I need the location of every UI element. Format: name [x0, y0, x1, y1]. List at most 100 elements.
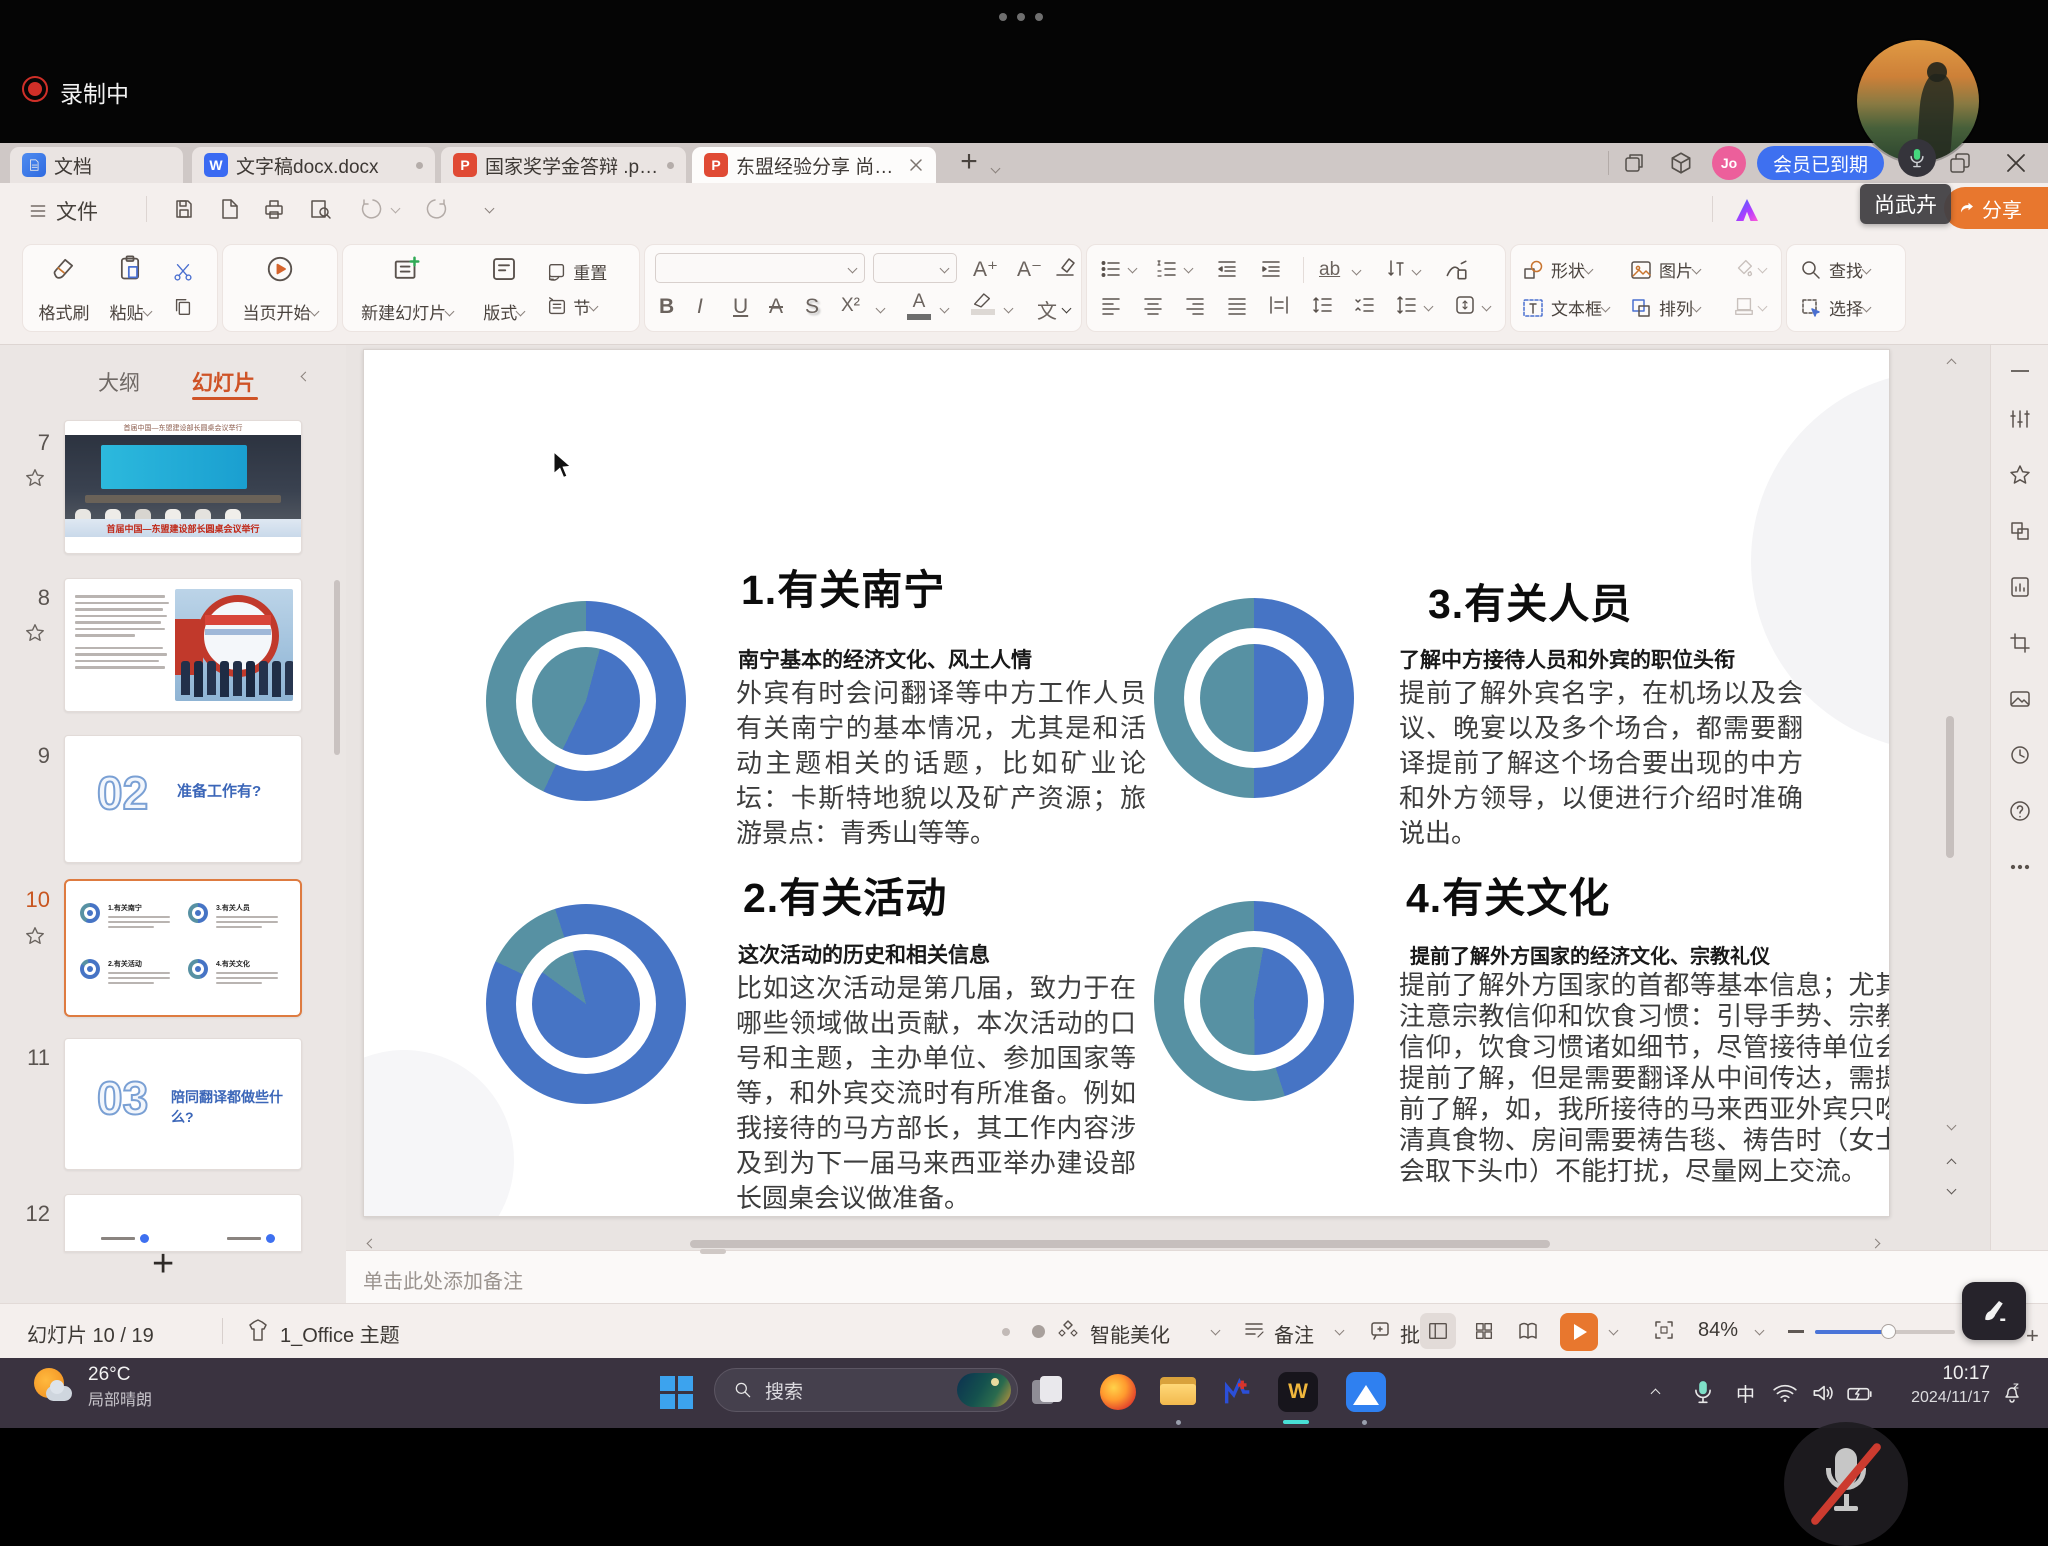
increase-indent-icon[interactable]: [1259, 257, 1283, 281]
slide-12-thumbnail[interactable]: [64, 1194, 302, 1252]
mic-status-badge[interactable]: [1898, 139, 1936, 177]
sidebar-scrollbar-thumb[interactable]: [334, 580, 340, 755]
close-tab-icon[interactable]: [908, 157, 924, 173]
zoom-out-button[interactable]: [1788, 1330, 1804, 1333]
zoom-slider-thumb[interactable]: [1881, 1324, 1896, 1339]
firefox-app-icon[interactable]: [1096, 1370, 1140, 1414]
canvas-vscrollbar-thumb[interactable]: [1946, 716, 1954, 858]
text-shadow-button[interactable]: S: [805, 295, 819, 319]
start-button[interactable]: [654, 1370, 698, 1414]
speaker-notes-chevron-icon[interactable]: [1335, 1326, 1345, 1336]
undo-chevron-icon[interactable]: [391, 204, 401, 214]
output-convert-icon[interactable]: [216, 197, 240, 221]
ime-indicator[interactable]: 中: [1736, 1380, 1755, 1407]
numbered-list-icon[interactable]: [1155, 257, 1179, 281]
undo-icon[interactable]: [360, 197, 384, 221]
canvas-hscrollbar-thumb[interactable]: [690, 1240, 1550, 1248]
superscript-button[interactable]: X²: [841, 295, 860, 317]
wps-app-icon[interactable]: W: [1276, 1370, 1320, 1414]
collapse-ribbon-icon[interactable]: [2011, 370, 2029, 372]
underline-button[interactable]: U: [733, 295, 748, 319]
bullet-list-icon[interactable]: [1099, 257, 1123, 281]
pinyin-chevron-icon[interactable]: [1062, 304, 1072, 314]
quadrant-1-body[interactable]: 外宾有时会问翻译等中方工作人员有关南宁的基本情况，尤其是和活动主题相关的话题，比…: [736, 676, 1146, 851]
statusbar-dot-large[interactable]: [1032, 1325, 1045, 1338]
zoom-chevron-icon[interactable]: [1755, 1326, 1765, 1336]
tab-home[interactable]: 文档: [10, 147, 183, 183]
collapse-panel-icon[interactable]: [301, 372, 311, 382]
paragraph-settings-chevron-icon[interactable]: [1482, 302, 1492, 312]
slide-8-star-icon[interactable]: [24, 622, 46, 644]
add-slide-button[interactable]: +: [152, 1243, 174, 1286]
italic-button[interactable]: I: [697, 295, 703, 319]
char-spacing-chevron-icon[interactable]: [1352, 266, 1362, 276]
window-drag-dots-icon[interactable]: [999, 13, 1043, 21]
justify-icon[interactable]: [1225, 293, 1249, 317]
redo-icon[interactable]: [424, 197, 448, 221]
quadrant-2-subtitle[interactable]: 这次活动的历史和相关信息: [738, 939, 990, 969]
history-clock-icon[interactable]: [2008, 743, 2032, 767]
layout-button[interactable]: 版式: [465, 245, 542, 331]
slide-10-thumbnail-selected[interactable]: 1.有关南宁 3.有关人员 2.有关活动 4.有关文化: [64, 879, 302, 1017]
help-icon[interactable]: [2008, 799, 2032, 823]
format-painter-button[interactable]: 格式刷: [31, 245, 97, 331]
tray-mic-icon[interactable]: [1692, 1380, 1714, 1404]
align-center-icon[interactable]: [1141, 293, 1165, 317]
wifi-icon[interactable]: [1772, 1380, 1798, 1406]
quadrant-3-body[interactable]: 提前了解外宾名字，在机场以及会议、晚宴以及多个场合，都需要翻译提前了解这个场合要…: [1399, 676, 1803, 851]
slide-8-thumbnail[interactable]: [64, 578, 302, 712]
font-color-button[interactable]: A: [907, 291, 931, 320]
paragraph-settings-icon[interactable]: [1453, 293, 1477, 317]
main-menu-button[interactable]: 文件: [28, 196, 98, 226]
strikethrough-button[interactable]: A: [769, 295, 783, 319]
play-slideshow-button[interactable]: [1560, 1313, 1598, 1351]
share-button[interactable]: 分享: [1944, 187, 2048, 229]
chart-document-icon[interactable]: [2008, 575, 2032, 599]
quadrant-2-title[interactable]: 2.有关活动: [743, 864, 947, 924]
slide-7-thumbnail[interactable]: 首届中国—东盟建设部长圆桌会议举行 首届中国—东盟建设部长圆桌会议举行: [64, 420, 302, 554]
windows-stack-icon[interactable]: [1948, 151, 1972, 175]
member-expired-button[interactable]: 会员已到期: [1757, 146, 1884, 180]
volume-icon[interactable]: [1810, 1380, 1836, 1406]
meeting-app-icon[interactable]: [1344, 1370, 1388, 1414]
decrease-font-button[interactable]: A⁻: [1017, 257, 1042, 282]
distribute-icon[interactable]: [1267, 293, 1291, 317]
tab-list-chevron-icon[interactable]: [992, 159, 999, 177]
bullet-list-chevron-icon[interactable]: [1128, 264, 1138, 274]
theme-name[interactable]: 1_Office 主题: [280, 1319, 400, 1348]
align-left-icon[interactable]: [1099, 293, 1123, 317]
select-button[interactable]: 选择: [1799, 295, 1870, 320]
zoom-in-button[interactable]: +: [2026, 1323, 2039, 1349]
increase-font-button[interactable]: A⁺: [973, 257, 998, 282]
superscript-chevron-icon[interactable]: [876, 304, 886, 314]
smart-beautify-chevron-icon[interactable]: [1211, 1326, 1221, 1336]
image-tool-icon[interactable]: [2008, 687, 2032, 711]
close-window-icon[interactable]: [2004, 151, 2028, 175]
zoom-level[interactable]: 84%: [1698, 1319, 1738, 1342]
task-view-app-icon[interactable]: [1026, 1370, 1070, 1414]
print-preview-icon[interactable]: [308, 197, 332, 221]
text-direction-icon[interactable]: [1383, 257, 1407, 281]
slide-10-star-icon[interactable]: [24, 925, 46, 947]
properties-sliders-icon[interactable]: [2008, 407, 2032, 431]
more-tools-icon[interactable]: [2008, 855, 2032, 879]
print-icon[interactable]: [262, 197, 286, 221]
taskbar-search-box[interactable]: 搜索: [714, 1368, 1018, 1412]
slides-tab[interactable]: 幻灯片: [192, 367, 255, 397]
favorites-star-icon[interactable]: [2008, 463, 2032, 487]
slide-9-thumbnail[interactable]: 02 准备工作有?: [64, 735, 302, 863]
speaker-notes-button[interactable]: 备注: [1274, 1319, 1314, 1348]
shapes-button[interactable]: 形状: [1521, 257, 1592, 282]
notes-panel[interactable]: 单击此处添加备注: [346, 1250, 2048, 1303]
notes-placeholder[interactable]: 单击此处添加备注: [363, 1265, 523, 1294]
copy-icon[interactable]: [172, 296, 194, 318]
section-button[interactable]: 节: [546, 294, 597, 319]
bold-button[interactable]: B: [659, 295, 674, 319]
quadrant-3-title[interactable]: 3.有关人员: [1428, 570, 1632, 630]
clock-widget[interactable]: 10:17 2024/11/17: [1890, 1363, 1990, 1407]
save-icon[interactable]: [172, 197, 196, 221]
muted-mic-overlay[interactable]: [1784, 1422, 1908, 1546]
line-spacing-icon[interactable]: [1395, 293, 1419, 317]
fill-color-button[interactable]: [1733, 257, 1766, 279]
convert-to-diagram-icon[interactable]: [1443, 257, 1469, 283]
